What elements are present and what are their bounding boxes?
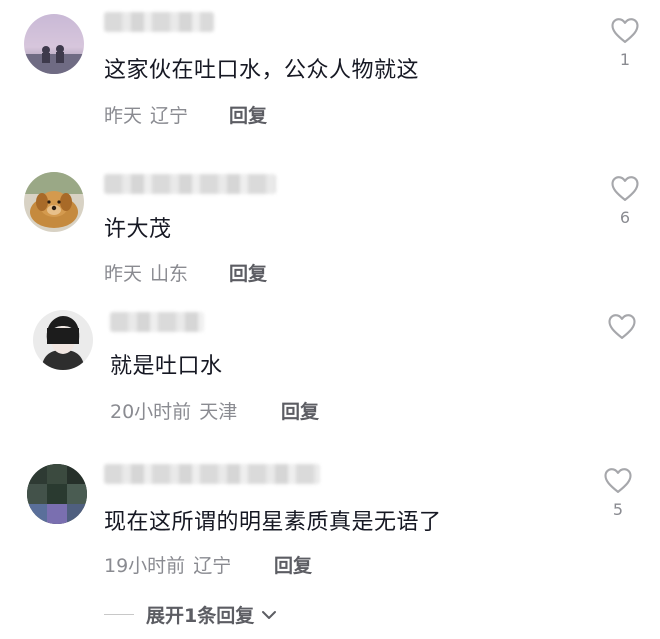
username-blurred[interactable] bbox=[104, 174, 276, 194]
comment-time: 昨天 bbox=[104, 105, 143, 127]
like-count: 5 bbox=[612, 500, 624, 519]
like-button[interactable]: 6 bbox=[605, 174, 645, 227]
heart-outline-icon bbox=[611, 176, 639, 201]
comment-text: 现在这所谓的明星素质真是无语了 bbox=[104, 510, 442, 535]
avatar[interactable] bbox=[27, 464, 87, 524]
like-count: 1 bbox=[619, 50, 631, 69]
comment-item: 现在这所谓的明星素质真是无语了 19小时前 辽宁 回复 5 bbox=[0, 440, 660, 590]
avatar[interactable] bbox=[33, 310, 93, 370]
username-blurred[interactable] bbox=[104, 464, 320, 484]
comment-time: 19小时前 bbox=[104, 555, 186, 577]
username-blurred[interactable] bbox=[110, 312, 204, 332]
comment-location: 辽宁 bbox=[193, 555, 232, 577]
expand-replies-button[interactable]: 展开1条回复 bbox=[104, 601, 278, 628]
comment-item: 就是吐口水 20小时前 天津 回复 bbox=[0, 290, 660, 440]
avatar[interactable] bbox=[24, 14, 84, 74]
reply-button[interactable]: 回复 bbox=[229, 101, 267, 128]
comment-meta: 19小时前 辽宁 bbox=[104, 551, 231, 578]
comment-location: 天津 bbox=[199, 401, 238, 423]
username-blurred[interactable] bbox=[104, 12, 214, 32]
reply-button[interactable]: 回复 bbox=[274, 551, 312, 578]
like-count bbox=[602, 346, 642, 364]
like-count: 6 bbox=[619, 208, 631, 227]
expand-replies-label: 展开1条回复 bbox=[146, 605, 255, 627]
comment-meta: 昨天 山东 bbox=[104, 259, 188, 286]
comment-location: 山东 bbox=[150, 263, 189, 285]
comment-time: 昨天 bbox=[104, 263, 143, 285]
reply-button[interactable]: 回复 bbox=[281, 397, 319, 424]
chevron-down-icon bbox=[262, 610, 277, 619]
avatar[interactable] bbox=[24, 172, 84, 232]
comment-meta: 昨天 辽宁 bbox=[104, 101, 188, 128]
heart-outline-icon bbox=[604, 468, 632, 493]
heart-outline-icon bbox=[608, 314, 636, 339]
divider-line bbox=[104, 614, 134, 615]
like-button[interactable]: 5 bbox=[598, 466, 638, 519]
comment-item: 这家伙在吐口水，公众人物就这 昨天 辽宁 回复 1 bbox=[0, 0, 660, 150]
comment-text: 就是吐口水 bbox=[110, 354, 223, 379]
like-button[interactable]: 1 bbox=[605, 16, 645, 69]
comment-location: 辽宁 bbox=[150, 105, 189, 127]
reply-button[interactable]: 回复 bbox=[229, 259, 267, 286]
comment-text: 这家伙在吐口水，公众人物就这 bbox=[104, 58, 420, 83]
comment-time: 20小时前 bbox=[110, 401, 192, 423]
comment-meta: 20小时前 天津 bbox=[110, 397, 237, 424]
comment-item: 许大茂 昨天 山东 回复 6 bbox=[0, 150, 660, 290]
heart-outline-icon bbox=[611, 18, 639, 43]
like-button[interactable] bbox=[602, 312, 642, 364]
comment-text: 许大茂 bbox=[104, 217, 172, 242]
